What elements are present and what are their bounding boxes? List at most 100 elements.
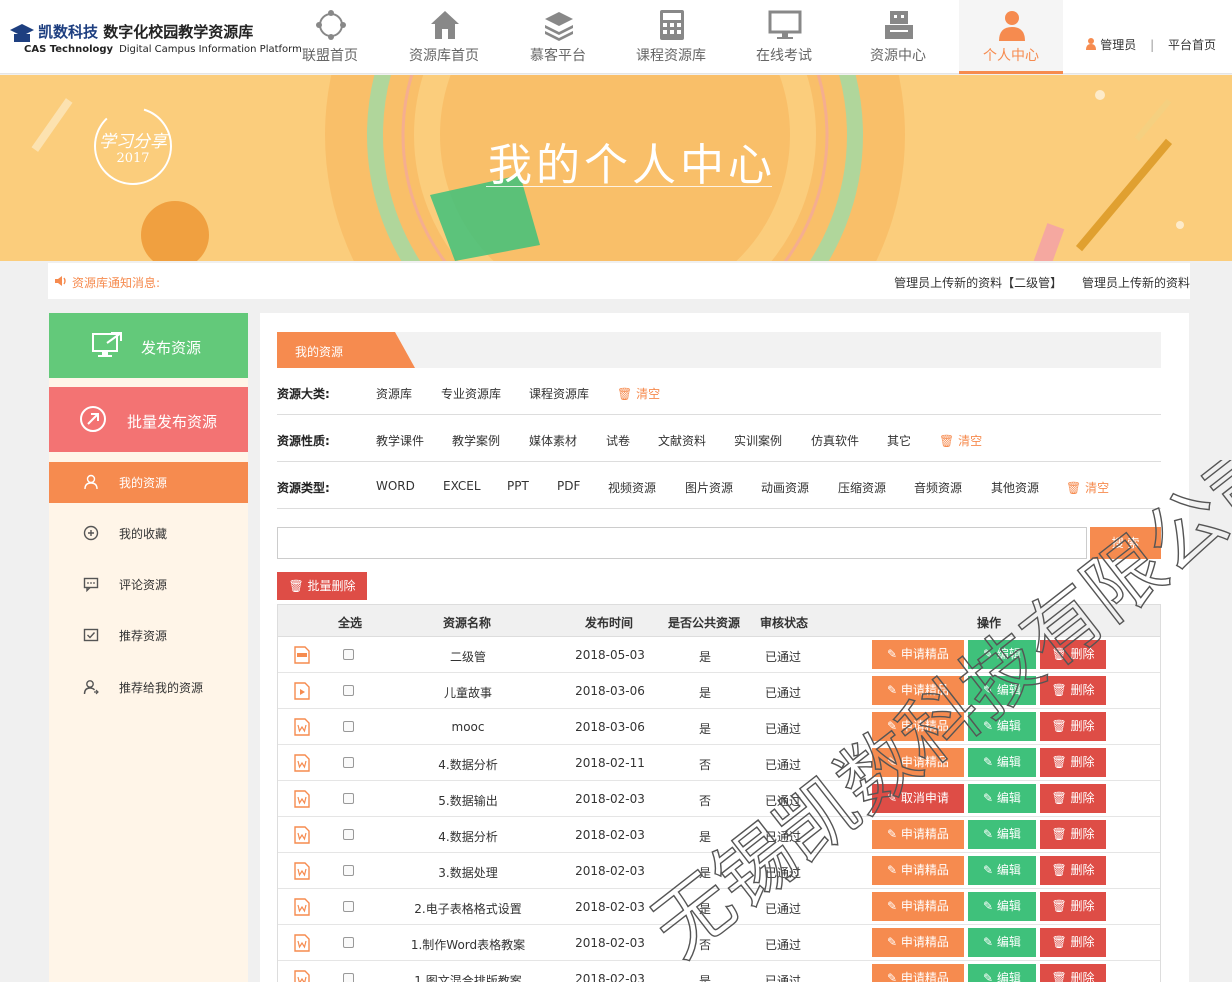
edit-button[interactable]: ✎ 编辑 <box>968 748 1036 777</box>
delete-button[interactable]: 🗑 删除 <box>1040 892 1106 921</box>
tab-my-resources[interactable]: 我的资源 <box>277 332 415 368</box>
clear-filter-button[interactable]: 🗑 清空 <box>617 385 660 402</box>
filter-option[interactable]: 实训案例 <box>734 432 782 449</box>
filter-option[interactable]: 教学课件 <box>376 432 424 449</box>
filter-option[interactable]: 动画资源 <box>761 479 809 496</box>
filter-option[interactable]: 专业资源库 <box>441 385 501 402</box>
resource-name[interactable]: 1.图文混合排版教案 <box>388 972 548 982</box>
filter-option[interactable]: 视频资源 <box>608 479 656 496</box>
logo[interactable]: 凯数科技 数字化校园教学资源库 CAS Technology Digital Ca… <box>8 18 302 62</box>
apply-premium-button[interactable]: ✎ 申请精品 <box>872 712 964 741</box>
batch-delete-button[interactable]: 🗑 批量删除 <box>277 572 367 600</box>
notice-message[interactable]: 管理员上传新的资料【二级管】 <box>894 276 1062 290</box>
clear-filter-button[interactable]: 🗑 清空 <box>939 432 982 449</box>
resource-name[interactable]: 1.制作Word表格教案 <box>388 936 548 953</box>
edit-button[interactable]: ✎ 编辑 <box>968 964 1036 982</box>
delete-button[interactable]: 🗑 删除 <box>1040 784 1106 813</box>
edit-button[interactable]: ✎ 编辑 <box>968 640 1036 669</box>
filter-option[interactable]: 资源库 <box>376 385 412 402</box>
filter-option[interactable]: 试卷 <box>606 432 630 449</box>
row-checkbox[interactable] <box>343 685 354 696</box>
edit-button[interactable]: ✎ 编辑 <box>968 928 1036 957</box>
search-button[interactable]: 搜 索 <box>1090 527 1161 559</box>
filter-option[interactable]: 压缩资源 <box>838 479 886 496</box>
resource-name[interactable]: 二级管 <box>388 648 548 665</box>
row-checkbox[interactable] <box>343 757 354 768</box>
delete-button[interactable]: 🗑 删除 <box>1040 748 1106 777</box>
nav-library-home[interactable]: 资源库首页 <box>392 0 496 74</box>
apply-premium-button[interactable]: ✎ 申请精品 <box>872 676 964 705</box>
sidebar-item-favorites[interactable]: 我的收藏 <box>49 513 248 554</box>
filter-option[interactable]: 其他资源 <box>991 479 1039 496</box>
platform-home-link[interactable]: 平台首页 <box>1168 38 1216 52</box>
sidebar-item-recommend[interactable]: 推荐资源 <box>49 615 248 656</box>
row-checkbox[interactable] <box>343 865 354 876</box>
sidebar-item-my-resources[interactable]: 我的资源 <box>49 462 248 503</box>
nav-alliance-home[interactable]: 联盟首页 <box>278 0 382 74</box>
filter-option[interactable]: 仿真软件 <box>811 432 859 449</box>
apply-premium-button[interactable]: ✎ 申请精品 <box>872 856 964 885</box>
nav-personal-center[interactable]: 个人中心 <box>959 0 1063 74</box>
resource-name[interactable]: 3.数据处理 <box>388 864 548 881</box>
edit-button[interactable]: ✎ 编辑 <box>968 856 1036 885</box>
delete-button[interactable]: 🗑 删除 <box>1040 820 1106 849</box>
row-checkbox[interactable] <box>343 901 354 912</box>
filter-option[interactable]: 文献资料 <box>658 432 706 449</box>
row-checkbox[interactable] <box>343 649 354 660</box>
resource-name[interactable]: 儿童故事 <box>388 684 548 701</box>
apply-icon: ✎ <box>887 755 901 769</box>
apply-premium-button[interactable]: ✎ 申请精品 <box>872 640 964 669</box>
sidebar-item-recommended-to-me[interactable]: 推荐给我的资源 <box>49 667 248 708</box>
clear-filter-button[interactable]: 🗑 清空 <box>1066 479 1109 496</box>
filter-option[interactable]: 其它 <box>887 432 911 449</box>
filter-option[interactable]: 音频资源 <box>914 479 962 496</box>
edit-button[interactable]: ✎ 编辑 <box>968 676 1036 705</box>
row-checkbox[interactable] <box>343 829 354 840</box>
resource-name[interactable]: mooc <box>388 720 548 734</box>
apply-premium-button[interactable]: ✎ 申请精品 <box>872 820 964 849</box>
filter-option[interactable]: 课程资源库 <box>529 385 589 402</box>
filter-option[interactable]: 图片资源 <box>685 479 733 496</box>
resource-name[interactable]: 4.数据分析 <box>388 828 548 845</box>
delete-button[interactable]: 🗑 删除 <box>1040 676 1106 705</box>
row-checkbox[interactable] <box>343 793 354 804</box>
resource-name[interactable]: 4.数据分析 <box>388 756 548 773</box>
edit-button[interactable]: ✎ 编辑 <box>968 820 1036 849</box>
publish-resource-button[interactable]: 发布资源 <box>49 313 248 378</box>
apply-premium-button[interactable]: ✎ 申请精品 <box>872 964 964 982</box>
username-link[interactable]: 管理员 <box>1100 38 1136 52</box>
delete-button[interactable]: 🗑 删除 <box>1040 712 1106 741</box>
row-checkbox[interactable] <box>343 973 354 982</box>
filter-option[interactable]: PDF <box>557 479 580 493</box>
filter-option[interactable]: EXCEL <box>443 479 481 493</box>
delete-button[interactable]: 🗑 删除 <box>1040 640 1106 669</box>
filter-option[interactable]: 媒体素材 <box>529 432 577 449</box>
sidebar-item-comments[interactable]: 评论资源 <box>49 564 248 605</box>
apply-premium-button[interactable]: ✎ 申请精品 <box>872 892 964 921</box>
apply-premium-button[interactable]: ✎ 申请精品 <box>872 748 964 777</box>
nav-mooc[interactable]: 慕客平台 <box>506 0 610 74</box>
edit-button[interactable]: ✎ 编辑 <box>968 784 1036 813</box>
row-checkbox[interactable] <box>343 721 354 732</box>
delete-button[interactable]: 🗑 删除 <box>1040 964 1106 982</box>
apply-premium-button[interactable]: ✎ 申请精品 <box>872 928 964 957</box>
edit-button[interactable]: ✎ 编辑 <box>968 712 1036 741</box>
select-all-header[interactable]: 全选 <box>338 614 362 631</box>
filter-option[interactable]: PPT <box>507 479 529 493</box>
nav-resource-center[interactable]: 资源中心 <box>846 0 950 74</box>
filter-label: 资源类型: <box>277 481 330 495</box>
cancel-apply-button[interactable]: ✎ 取消申请 <box>872 784 964 813</box>
edit-button[interactable]: ✎ 编辑 <box>968 892 1036 921</box>
resource-name[interactable]: 2.电子表格格式设置 <box>388 900 548 917</box>
filter-option[interactable]: 教学案例 <box>452 432 500 449</box>
delete-button[interactable]: 🗑 删除 <box>1040 928 1106 957</box>
nav-online-exam[interactable]: 在线考试 <box>732 0 836 74</box>
filter-option[interactable]: WORD <box>376 479 415 493</box>
nav-course-library[interactable]: 课程资源库 <box>619 0 723 74</box>
batch-publish-button[interactable]: 批量发布资源 <box>49 387 248 452</box>
search-input[interactable] <box>277 527 1087 559</box>
row-checkbox[interactable] <box>343 937 354 948</box>
delete-button[interactable]: 🗑 删除 <box>1040 856 1106 885</box>
notice-message[interactable]: 管理员上传新的资料 <box>1082 276 1190 290</box>
resource-name[interactable]: 5.数据输出 <box>388 792 548 809</box>
